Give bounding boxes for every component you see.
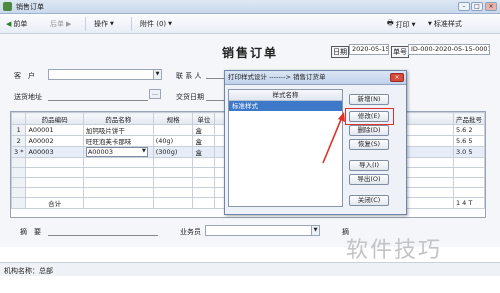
item-batch-cell[interactable]: 3.0 5	[452, 146, 485, 158]
grid-header-cell: 单位	[192, 112, 216, 125]
item-name-cell[interactable]: 加钙吸片饼干	[82, 124, 154, 136]
number-label: 单号	[391, 46, 409, 58]
delivery-date-field[interactable]	[206, 91, 224, 101]
app-icon	[3, 2, 12, 11]
export-button[interactable]: 导出(O)	[349, 174, 389, 185]
grid-header-cell: 产品批号	[452, 112, 485, 125]
item-name-cell[interactable]: A00003 ▼	[82, 146, 154, 158]
item-unit-cell[interactable]: 盒	[192, 135, 216, 147]
chevron-down-icon: ▼	[411, 21, 416, 28]
edit-button[interactable]: 修改(E)	[349, 111, 389, 122]
salesman-field[interactable]: ▼	[205, 225, 320, 236]
minimize-button[interactable]: –	[458, 2, 470, 11]
dialog-title: 打印样式设计 -------> 销售订货单	[228, 73, 326, 81]
next-button[interactable]: 后单 ▶	[50, 19, 71, 29]
chevron-down-icon: ▼	[168, 21, 172, 27]
maximize-button[interactable]: □	[471, 2, 483, 11]
watermark: 软件技巧	[346, 238, 443, 263]
item-code-cell[interactable]: A00001	[25, 124, 84, 136]
item-unit-cell[interactable]: 盒	[192, 146, 216, 158]
date-field[interactable]: 2020-05-15	[349, 44, 389, 55]
restore-button[interactable]: 恢复(S)	[349, 139, 389, 150]
style-list-header: 样式名称	[229, 90, 342, 101]
chevron-down-icon: ▼	[428, 21, 432, 27]
delete-button[interactable]: 删除(D)	[349, 125, 389, 136]
toolbar: ◀ 前单 后单 ▶ 操作 ▼ 附件 (0) ▼ 🖶 打印 ▼ ▼ 标准样式	[0, 14, 500, 34]
status-bar: 机构名称：总部	[0, 262, 500, 276]
item-batch-cell[interactable]: 5.6 2	[452, 124, 485, 136]
toolbar-divider	[131, 17, 132, 31]
window-titlebar: 销售订单 – □ ×	[0, 0, 500, 14]
item-code-cell[interactable]: A00002	[25, 135, 84, 147]
item-name-cell[interactable]: 旺旺泡芙卡那味	[82, 135, 154, 147]
item-spec-cell[interactable]	[152, 124, 194, 136]
grid-header-cell	[11, 112, 27, 125]
annotation-arrow-icon	[322, 112, 345, 164]
attachment-menu[interactable]: 附件 (0) ▼	[140, 19, 172, 29]
chevron-down-icon: ▼	[110, 21, 114, 27]
contact-field[interactable]	[206, 69, 224, 79]
import-button[interactable]: 导入(I)	[349, 160, 389, 171]
dialog-titlebar: 打印样式设计 -------> 销售订货单 ×	[225, 71, 406, 85]
printer-icon: 🖶	[387, 19, 394, 27]
grid-header-cell: 规格	[152, 112, 194, 125]
forward-arrow-icon: ▶	[66, 20, 72, 28]
document-title: 销售订单	[221, 46, 278, 60]
row-number: 2	[11, 135, 27, 147]
org-name-text: 机构名称：总部	[4, 267, 53, 275]
chevron-down-icon[interactable]: ▼	[153, 70, 161, 79]
contact-label: 联 系 人	[176, 72, 202, 80]
item-name-dropdown[interactable]: A00003 ▼	[85, 147, 148, 157]
row-number: 1	[11, 124, 27, 136]
new-button[interactable]: 新增(N)	[349, 94, 389, 105]
chevron-down-icon: ▼	[141, 148, 146, 154]
summary-label: 摘 要	[20, 228, 41, 236]
address-label: 送货地址	[14, 93, 42, 101]
salesman-label: 业务员	[180, 228, 201, 236]
grid-header-cell: 药品名称	[82, 112, 154, 125]
number-field[interactable]: ID-000-2020-05-15-0001	[408, 44, 490, 55]
window-title: 销售订单	[16, 2, 44, 11]
item-batch-cell[interactable]: 5.6 5	[452, 135, 485, 147]
item-code-cell[interactable]: A00003	[25, 146, 84, 158]
item-spec-cell[interactable]: (300g)	[152, 146, 194, 158]
close-button[interactable]: 关闭(C)	[349, 195, 389, 206]
actions-menu[interactable]: 操作 ▼	[94, 19, 114, 29]
dialog-close-icon[interactable]: ×	[390, 73, 404, 82]
customer-label: 客 户	[14, 72, 35, 80]
item-unit-cell[interactable]: 盒	[192, 124, 216, 136]
item-spec-cell[interactable]: (40g)	[152, 135, 194, 147]
row-number: 3 *	[11, 146, 27, 158]
print-style-dialog: 打印样式设计 -------> 销售订货单 × 样式名称 标准样式 新增(N) …	[224, 70, 407, 215]
total-value: 1 4 T	[452, 197, 485, 209]
grid-header-cell: 药品编码	[25, 112, 84, 125]
prev-button[interactable]: ◀ 前单	[6, 19, 27, 29]
date-label: 日期	[331, 46, 349, 58]
address-field[interactable]	[48, 91, 148, 101]
total-label: 合计	[25, 197, 84, 209]
style-select[interactable]: ▼ 标准样式	[428, 19, 462, 29]
toolbar-divider	[85, 17, 86, 31]
back-arrow-icon: ◀	[6, 20, 12, 28]
delivery-date-label: 交货日期	[176, 93, 204, 101]
chevron-down-icon[interactable]: ▼	[311, 226, 319, 235]
print-menu[interactable]: 🖶 打印 ▼	[387, 19, 415, 30]
customer-field[interactable]: ▼	[48, 69, 162, 80]
close-window-button[interactable]: ×	[485, 2, 497, 11]
summary-field[interactable]	[48, 226, 158, 236]
address-picker-button[interactable]: …	[149, 89, 161, 99]
